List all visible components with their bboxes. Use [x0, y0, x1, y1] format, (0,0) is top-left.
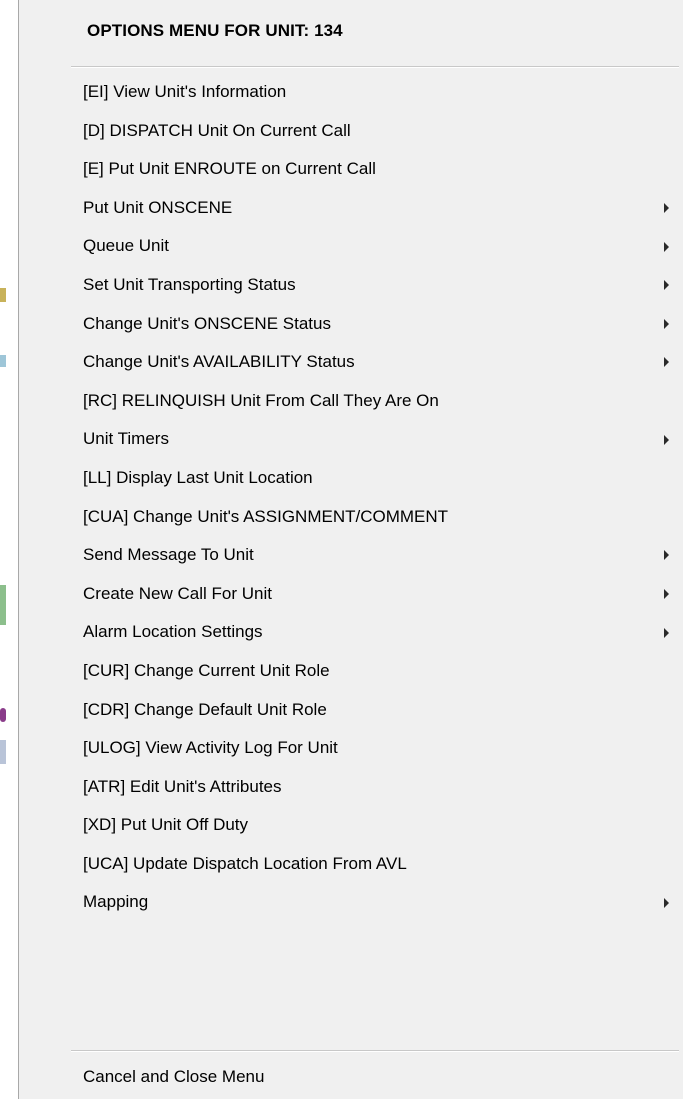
submenu-arrow-icon — [664, 589, 669, 600]
submenu-arrow-icon — [664, 434, 669, 445]
menu-item-label: [EI] View Unit's Information — [83, 82, 287, 101]
menu-item[interactable]: [RC] RELINQUISH Unit From Call They Are … — [71, 382, 683, 421]
menu-item[interactable]: Queue Unit — [71, 227, 683, 266]
menu-separator — [71, 66, 679, 68]
submenu-arrow-icon — [664, 241, 669, 252]
menu-item[interactable]: [CDR] Change Default Unit Role — [71, 691, 683, 730]
menu-item-label: [UCA] Update Dispatch Location From AVL — [83, 853, 407, 873]
menu-item-list: [EI] View Unit's Information [D] DISPATCH… — [71, 73, 683, 922]
menu-item-label: [E] Put Unit ENROUTE on Current Call — [83, 159, 376, 179]
menu-item-label: [ATR] Edit Unit's Attributes — [83, 776, 282, 796]
menu-item-label: [ULOG] View Activity Log For Unit — [83, 738, 338, 758]
menu-item[interactable]: Change Unit's AVAILABILITY Status — [71, 343, 683, 382]
submenu-arrow-icon — [664, 550, 669, 561]
screen: OPTIONS MENU FOR UNIT: 134 [EI] View Uni… — [0, 0, 683, 1099]
submenu-arrow-icon — [664, 280, 669, 291]
menu-item[interactable]: Create New Call For Unit — [71, 575, 683, 614]
submenu-arrow-icon — [664, 627, 669, 638]
menu-item-label: [XD] Put Unit Off Duty — [83, 815, 249, 835]
menu-item[interactable]: Put Unit ONSCENE — [71, 189, 683, 228]
menu-item[interactable]: [UCA] Update Dispatch Location From AVL — [71, 845, 683, 884]
menu-item-label: Put Unit ONSCENE — [83, 197, 233, 217]
menu-item-label: [LL] Display Last Unit Location — [83, 467, 313, 487]
menu-item[interactable]: [XD] Put Unit Off Duty — [71, 806, 683, 845]
menu-item-label: Alarm Location Settings — [83, 622, 263, 642]
background-fragment — [0, 355, 6, 367]
menu-item-label: Send Message To Unit — [83, 545, 254, 565]
background-fragment — [0, 740, 6, 764]
menu-item[interactable]: Unit Timers — [71, 420, 683, 459]
submenu-arrow-icon — [664, 318, 669, 329]
menu-item[interactable]: [D] DISPATCH Unit On Current Call — [71, 112, 683, 151]
menu-item[interactable]: [CUR] Change Current Unit Role — [71, 652, 683, 691]
menu-icon-gutter — [19, 0, 71, 1099]
menu-item[interactable]: [ULOG] View Activity Log For Unit — [71, 729, 683, 768]
menu-item[interactable]: Mapping — [71, 883, 683, 922]
menu-item-label: Mapping — [83, 892, 149, 912]
menu-title: OPTIONS MENU FOR UNIT: 134 — [87, 21, 343, 40]
submenu-arrow-icon — [664, 203, 669, 214]
menu-item[interactable]: Alarm Location Settings — [71, 613, 683, 652]
menu-item-label: [CUA] Change Unit's ASSIGNMENT/COMMENT — [83, 506, 449, 526]
menu-separator — [71, 1050, 679, 1052]
unit-options-context-menu: OPTIONS MENU FOR UNIT: 134 [EI] View Uni… — [18, 0, 683, 1099]
submenu-arrow-icon — [664, 897, 669, 908]
menu-item[interactable]: Change Unit's ONSCENE Status — [71, 305, 683, 344]
cancel-and-close-menu-item[interactable]: Cancel and Close Menu — [83, 1060, 264, 1094]
menu-item-label: [CUR] Change Current Unit Role — [83, 660, 330, 680]
menu-item[interactable]: Set Unit Transporting Status — [71, 266, 683, 305]
menu-item-label: Queue Unit — [83, 236, 169, 256]
menu-item-label: Change Unit's ONSCENE Status — [83, 313, 331, 333]
menu-item-label: [RC] RELINQUISH Unit From Call They Are … — [83, 390, 439, 410]
menu-item[interactable]: [EI] View Unit's Information — [71, 73, 683, 112]
menu-item[interactable]: [CUA] Change Unit's ASSIGNMENT/COMMENT — [71, 498, 683, 537]
menu-item[interactable]: [E] Put Unit ENROUTE on Current Call — [71, 150, 683, 189]
menu-item-label: [CDR] Change Default Unit Role — [83, 699, 327, 719]
submenu-arrow-icon — [664, 357, 669, 368]
menu-item-label: Set Unit Transporting Status — [83, 274, 296, 294]
menu-item[interactable]: [LL] Display Last Unit Location — [71, 459, 683, 498]
menu-item[interactable]: Send Message To Unit — [71, 536, 683, 575]
menu-item[interactable]: [ATR] Edit Unit's Attributes — [71, 768, 683, 807]
background-fragment — [0, 708, 6, 722]
menu-item-label: [D] DISPATCH Unit On Current Call — [83, 120, 351, 140]
background-fragment — [0, 585, 6, 625]
menu-item-label: Unit Timers — [83, 429, 169, 449]
menu-item-label: Create New Call For Unit — [83, 583, 272, 603]
menu-item-label: Change Unit's AVAILABILITY Status — [83, 352, 355, 372]
background-fragment — [0, 288, 6, 302]
